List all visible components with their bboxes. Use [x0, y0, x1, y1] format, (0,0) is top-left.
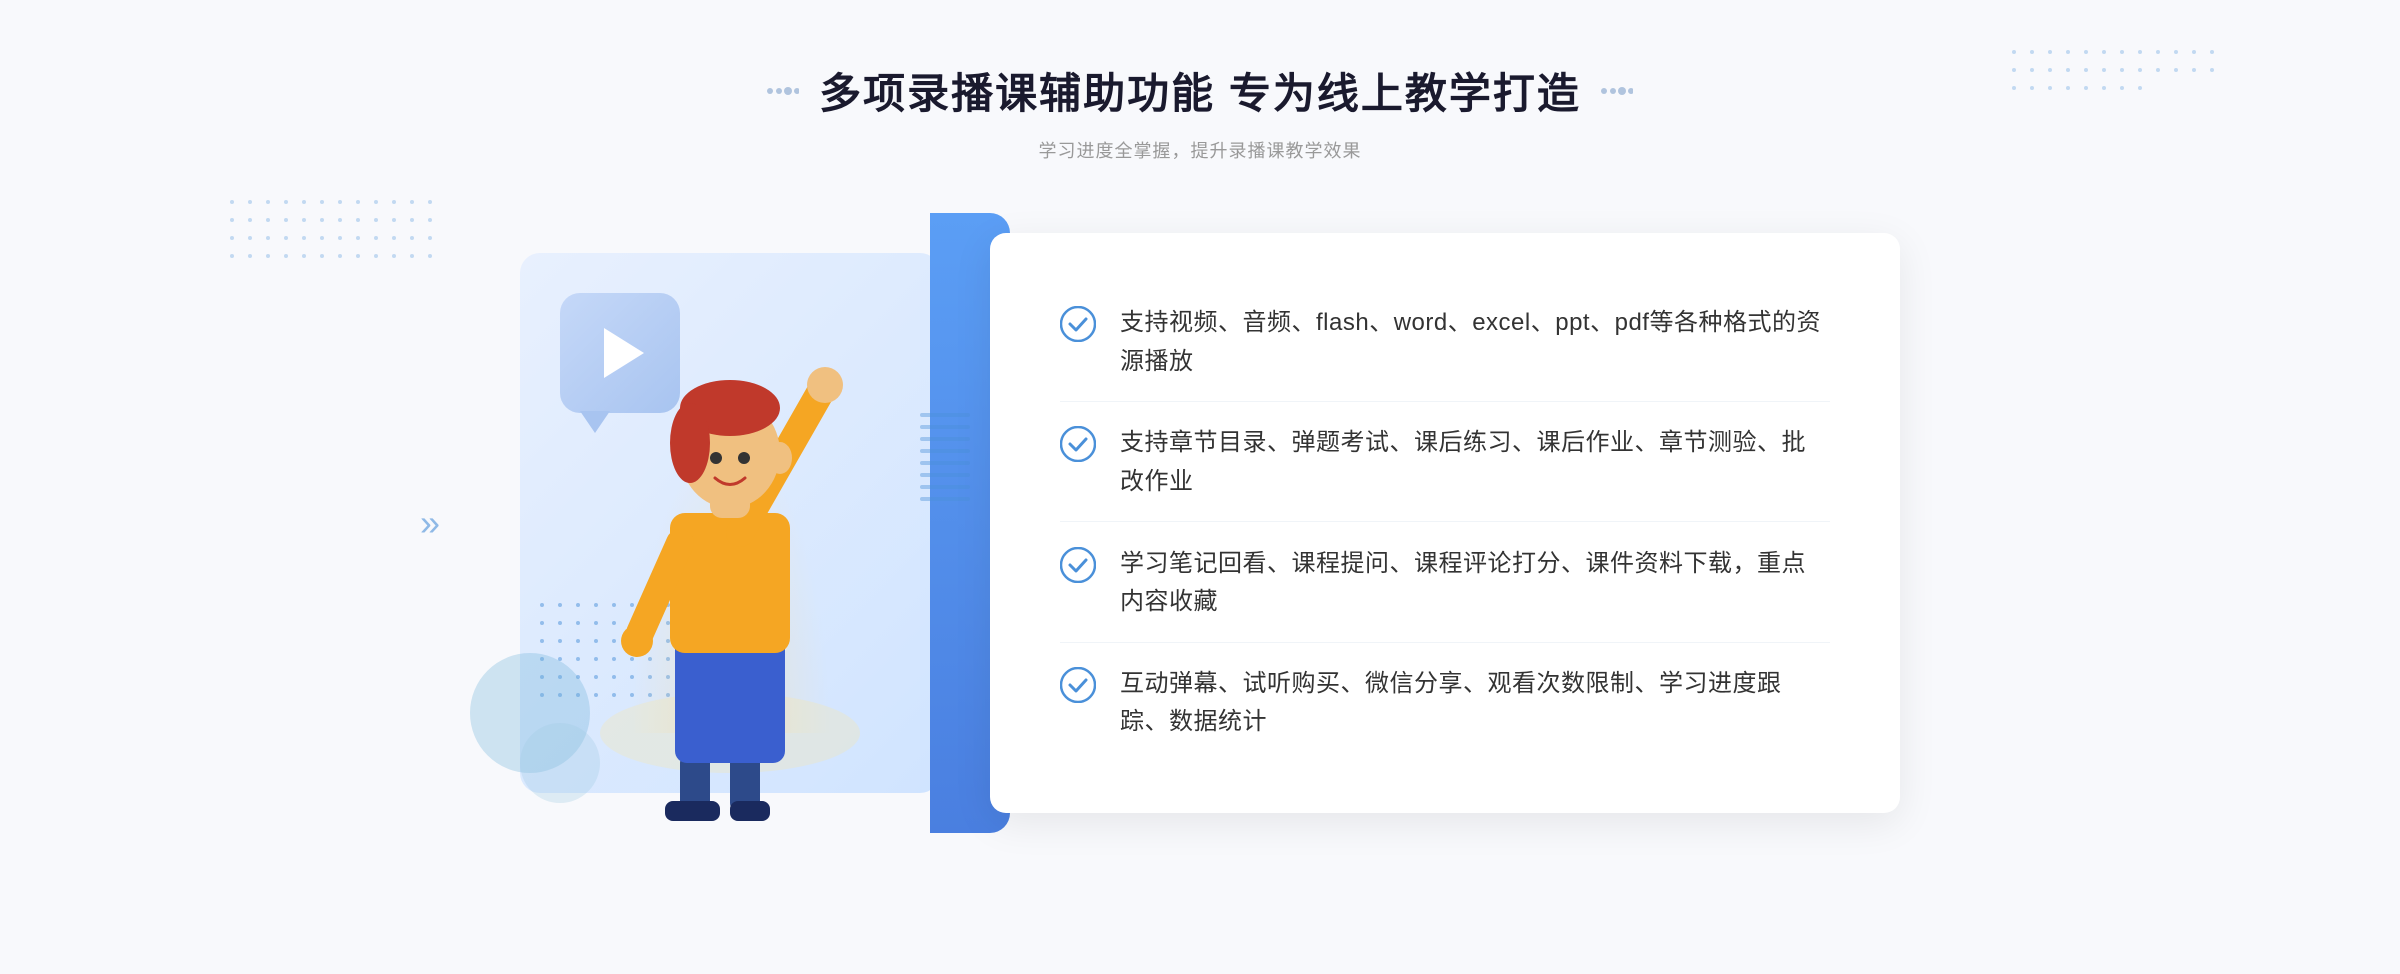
arrow-left-icon: » — [420, 502, 440, 544]
person-illustration — [580, 313, 880, 833]
title-row: 多项录播课辅助功能 专为线上教学打造 — [767, 60, 1633, 121]
feature-text-1: 支持视频、音频、flash、word、excel、ppt、pdf等各种格式的资源… — [1120, 304, 1830, 381]
stripe-decoration — [920, 413, 970, 513]
subtitle: 学习进度全掌握，提升录播课教学效果 — [767, 137, 1633, 163]
dots-left — [230, 200, 438, 408]
feature-item-4: 互动弹幕、试听购买、微信分享、观看次数限制、学习进度跟踪、数据统计 — [1060, 645, 1830, 762]
check-icon-4 — [1060, 667, 1096, 703]
title-dots-right — [1601, 84, 1633, 98]
check-icon-1 — [1060, 306, 1096, 342]
feature-text-4: 互动弹幕、试听购买、微信分享、观看次数限制、学习进度跟踪、数据统计 — [1120, 665, 1830, 742]
check-icon-2 — [1060, 426, 1096, 462]
feature-item-2: 支持章节目录、弹题考试、课后练习、课后作业、章节测验、批改作业 — [1060, 404, 1830, 522]
feature-item-3: 学习笔记回看、课程提问、课程评论打分、课件资料下载，重点内容收藏 — [1060, 525, 1830, 643]
illustration-wrapper: » — [500, 213, 1020, 833]
header: 多项录播课辅助功能 专为线上教学打造 学习进度全掌握，提升录播课教学效果 — [767, 60, 1633, 163]
feature-item-1: 支持视频、音频、flash、word、excel、ppt、pdf等各种格式的资源… — [1060, 284, 1830, 402]
feature-card: 支持视频、音频、flash、word、excel、ppt、pdf等各种格式的资源… — [990, 233, 1900, 813]
title-dots-left — [767, 84, 799, 98]
content-area: » — [500, 213, 1900, 833]
dots-right — [2012, 50, 2220, 258]
main-title: 多项录播课辅助功能 专为线上教学打造 — [819, 60, 1581, 121]
check-icon-3 — [1060, 547, 1096, 583]
feature-text-2: 支持章节目录、弹题考试、课后练习、课后作业、章节测验、批改作业 — [1120, 424, 1830, 501]
feature-text-3: 学习笔记回看、课程提问、课程评论打分、课件资料下载，重点内容收藏 — [1120, 545, 1830, 622]
page-wrapper: 多项录播课辅助功能 专为线上教学打造 学习进度全掌握，提升录播课教学效果 — [0, 0, 2400, 974]
